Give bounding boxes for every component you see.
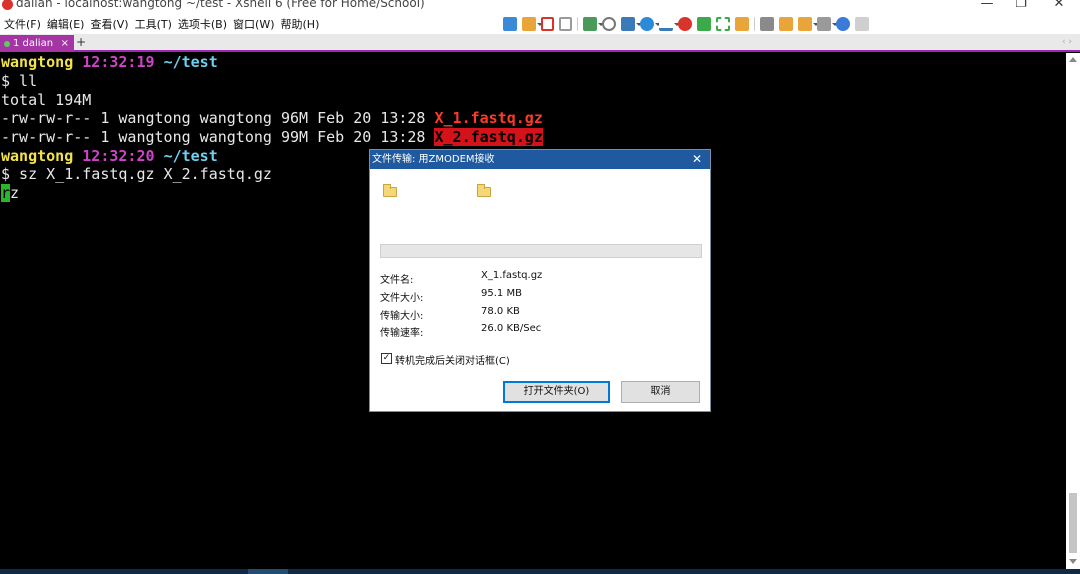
toolbar-separator [577,17,578,31]
output-total: total 194M [1,91,92,109]
menu-view[interactable]: 查看(V) [90,16,128,32]
xshell-icon[interactable] [678,17,692,31]
prompt-time: 12:32:20 [82,147,155,165]
transfer-progress-bar [380,244,702,258]
tab-label: 1 dalian [13,38,54,49]
tab-strip: 1 dalian × + ‹ › [0,34,1080,52]
transferred-value: 78.0 KB [481,306,520,317]
help-icon[interactable] [836,17,850,31]
file-name-selected: X_2.fastq.gz [434,128,543,146]
script-icon[interactable] [779,17,793,31]
filename-value: X_1.fastq.gz [481,270,543,281]
transfer-icon[interactable] [798,17,819,31]
rate-label: 传输速率: [380,328,424,339]
prompt-user: wangtong [1,53,74,71]
taskbar-strip [0,569,1080,574]
scroll-down-icon[interactable] [1069,559,1077,564]
prompt-time: 12:32:19 [82,53,155,71]
xshell-app-icon [2,0,13,10]
compose-icon[interactable] [817,17,838,31]
layout-icon[interactable] [621,17,642,31]
dialog-title: 文件传输: 用ZMODEM接收 [372,154,495,165]
command-line: $ ll [1,72,38,90]
file-name: X_1.fastq.gz [434,109,543,127]
chat-icon[interactable] [855,17,869,31]
close-on-complete-checkbox[interactable]: ✓ [381,353,392,364]
prompt-path: ~/test [163,147,218,165]
menu-tabs[interactable]: 选项卡(B) [178,16,227,32]
filesize-value: 95.1 MB [481,288,522,299]
zmodem-dialog: 文件传输: 用ZMODEM接收 ✕ 文件名: X_1.fastq.gz 文件大小… [369,149,711,412]
search-icon[interactable] [602,17,616,31]
link-icon[interactable] [541,17,554,31]
cancel-button[interactable]: 取消 [621,381,700,403]
file-row: -rw-rw-r-- 1 wangtong wangtong 96M Feb 2… [1,109,543,127]
file-perm: -rw-rw-r-- 1 wangtong wangtong 99M Feb 2… [1,128,435,146]
xftp-icon[interactable] [697,17,711,31]
open-folder-icon[interactable] [522,17,543,31]
prompt-path: ~/test [163,53,218,71]
vertical-scrollbar[interactable] [1066,53,1080,569]
close-window-button[interactable]: ✕ [1036,0,1080,11]
menu-edit[interactable]: 编辑(E) [47,16,85,32]
prompt-line: wangtong 12:32:19 ~/test [1,53,218,71]
unlink-icon[interactable] [559,17,572,31]
destination-folder-icon [477,184,491,197]
menu-file[interactable]: 文件(F) [4,16,41,32]
tab-dalian[interactable]: 1 dalian × [0,35,74,52]
lock-icon[interactable] [735,17,749,31]
dialog-close-icon[interactable]: ✕ [692,150,702,169]
open-folder-button[interactable]: 打开文件夹(O) [503,381,610,403]
globe-icon[interactable] [640,17,661,31]
menu-help[interactable]: 帮助(H) [281,16,320,32]
keyboard-icon[interactable] [760,17,774,31]
command-line: $ sz X_1.fastq.gz X_2.fastq.gz [1,165,272,183]
menu-window[interactable]: 窗口(W) [233,16,274,32]
close-on-complete-label[interactable]: 转机完成后关闭对话框(C) [395,352,510,367]
dialog-title-bar: 文件传输: 用ZMODEM接收 ✕ [370,150,710,169]
transferred-label: 传输大小: [380,311,424,322]
file-perm: -rw-rw-r-- 1 wangtong wangtong 96M Feb 2… [1,109,435,127]
rz-text: z [10,184,20,202]
filename-label: 文件名: [380,275,414,286]
taskbar-segment [248,569,288,574]
menu-bar: 文件(F) 编辑(E) 查看(V) 工具(T) 选项卡(B) 窗口(W) 帮助(… [0,12,1080,34]
scroll-up-icon[interactable] [1069,57,1077,62]
new-window-icon[interactable] [583,17,604,31]
scroll-thumb[interactable] [1069,493,1077,553]
new-session-icon[interactable] [503,17,517,31]
title-bar: dalian - localhost:wangtong ~/test - Xsh… [0,0,1080,12]
source-folder-icon [383,184,397,197]
tab-nav-arrows-icon[interactable]: ‹ › [1062,37,1072,47]
toolbar [503,15,869,33]
connected-status-icon [4,41,10,47]
new-tab-button[interactable]: + [76,35,86,49]
prompt-line: wangtong 12:32:20 ~/test [1,147,218,165]
file-row: -rw-rw-r-- 1 wangtong wangtong 99M Feb 2… [1,128,543,146]
font-icon[interactable] [659,17,680,31]
fullscreen-icon[interactable] [716,17,730,31]
rate-value: 26.0 KB/Sec [481,323,542,334]
close-tab-icon[interactable]: × [61,35,69,52]
prompt-user: wangtong [1,147,74,165]
filesize-label: 文件大小: [380,293,424,304]
window-title: dalian - localhost:wangtong ~/test - Xsh… [16,0,425,10]
rz-line: rz [1,184,19,202]
terminal-cursor: r [1,184,11,202]
menu-tools[interactable]: 工具(T) [135,16,172,32]
toolbar-separator [754,17,755,31]
